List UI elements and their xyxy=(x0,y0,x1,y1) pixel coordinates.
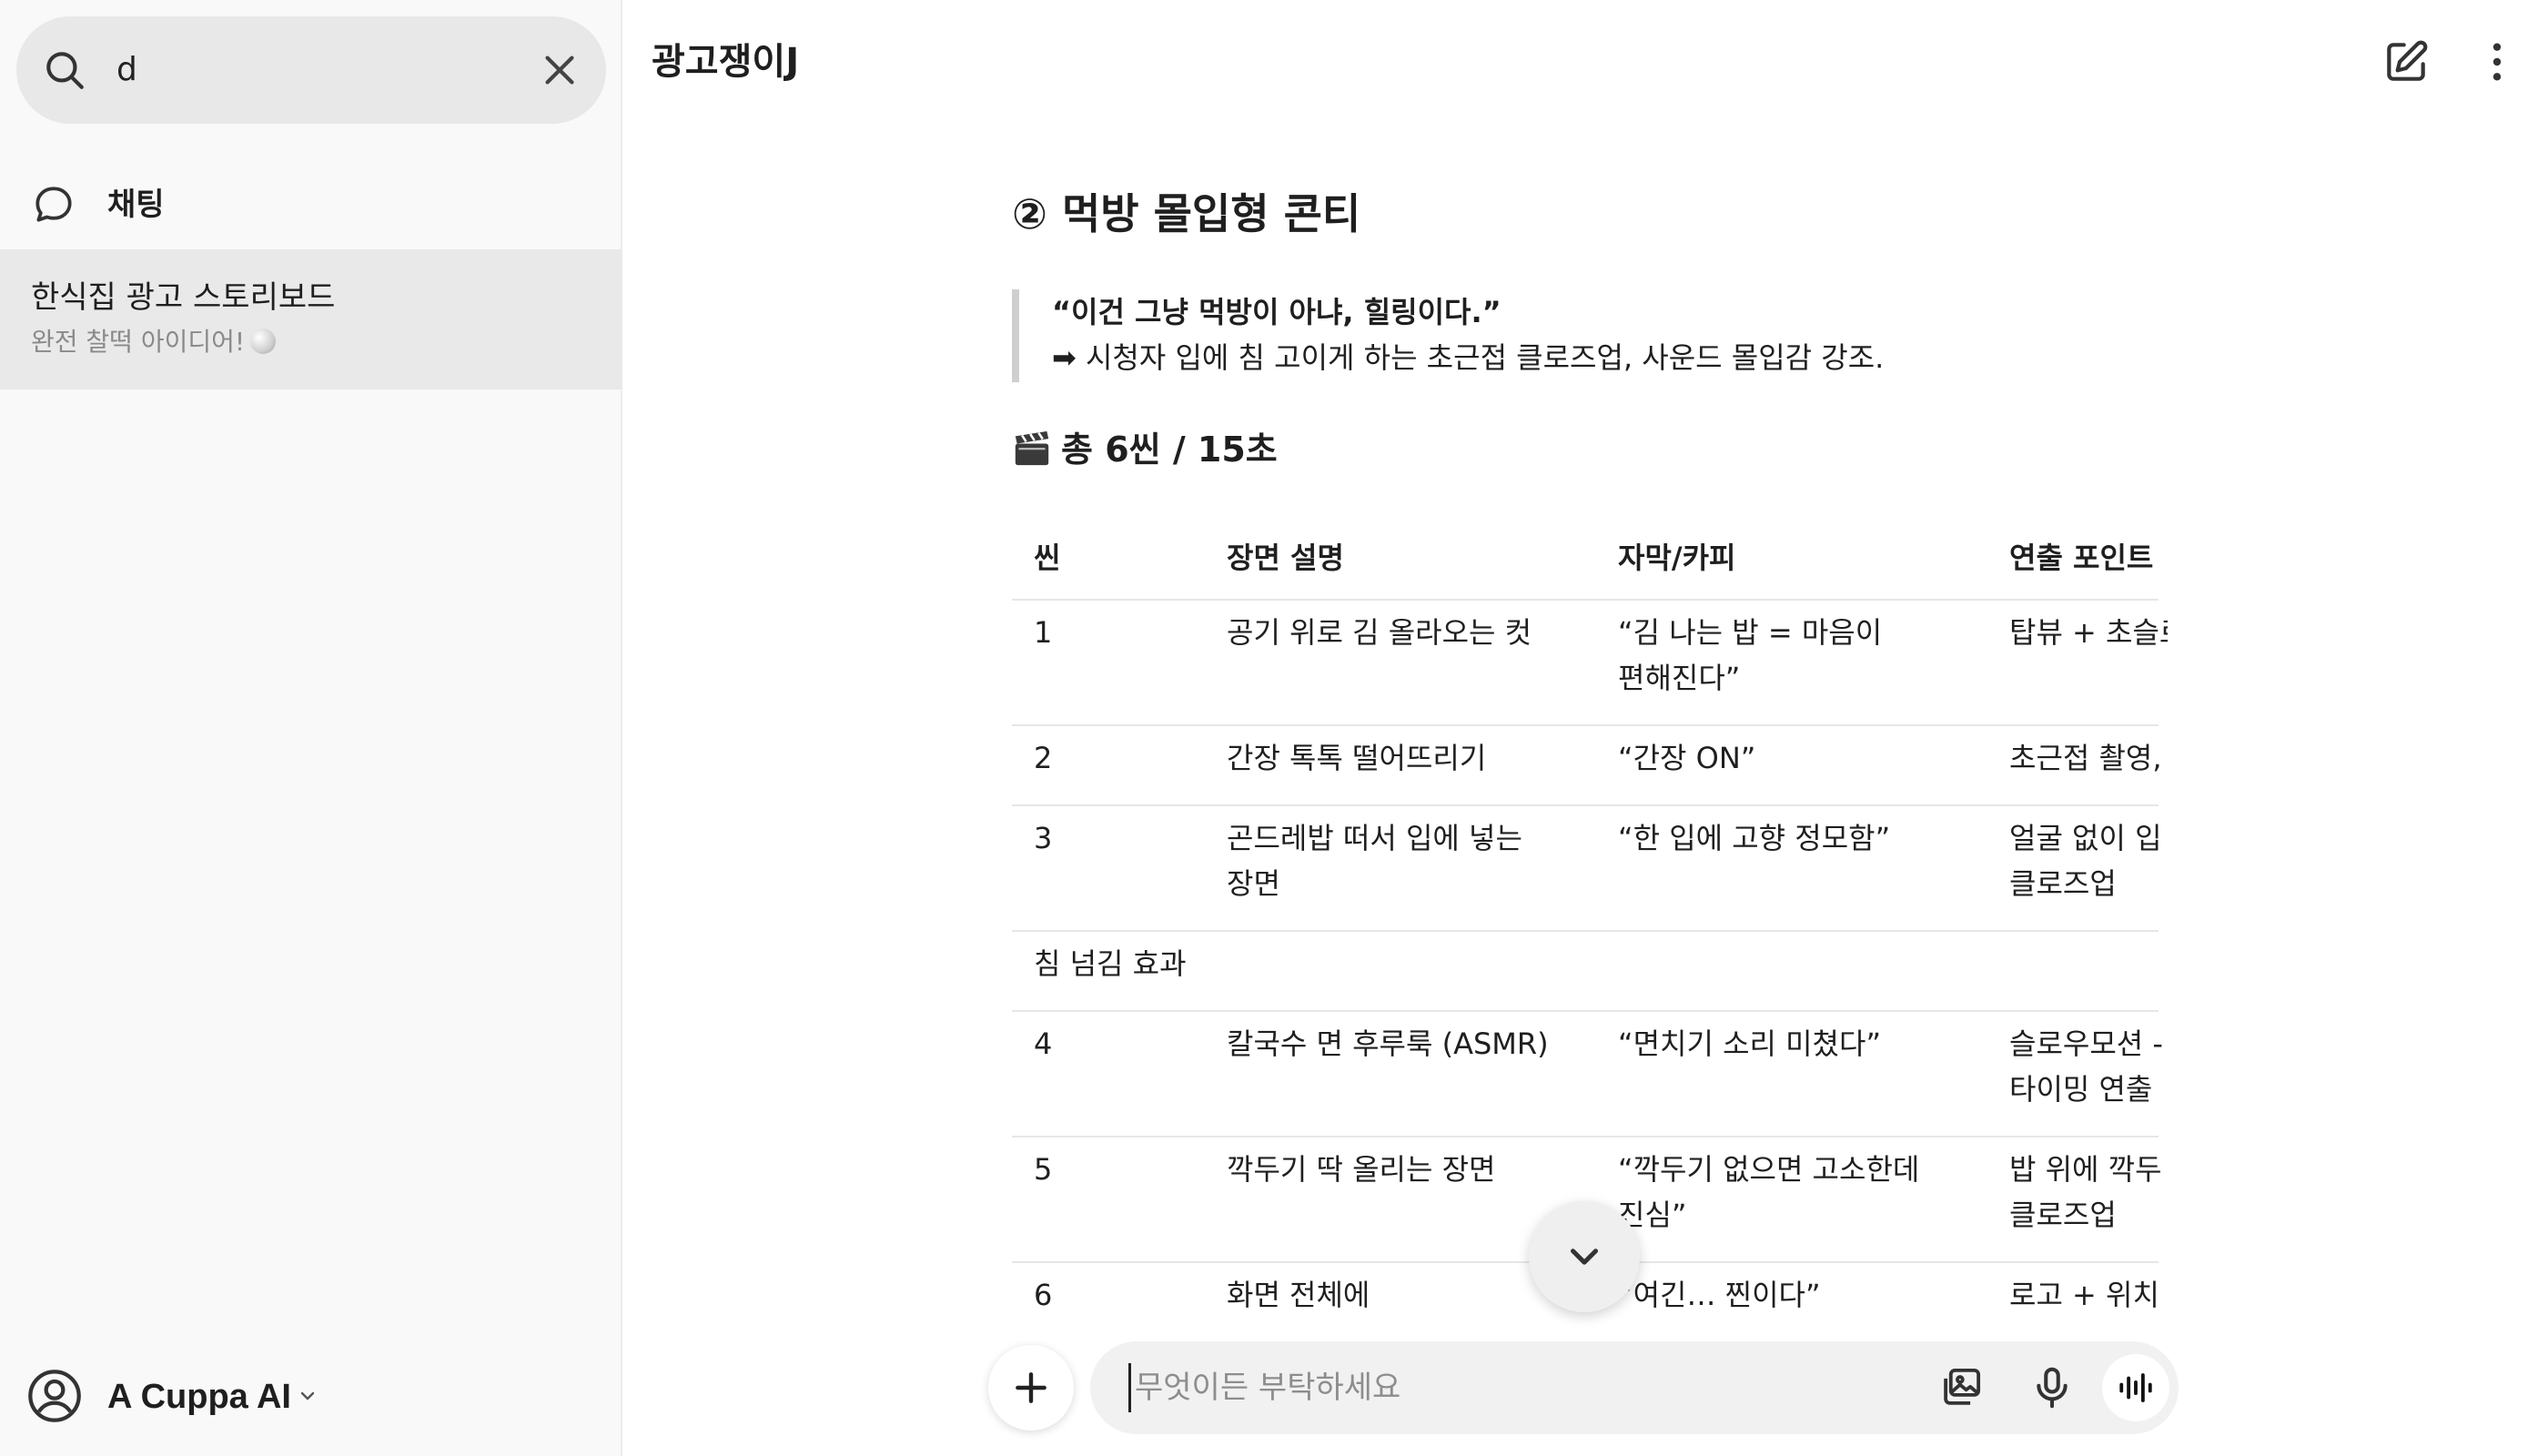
more-vertical-icon[interactable] xyxy=(2472,36,2523,87)
chat-bubble-icon xyxy=(35,187,72,222)
copy-cell: “여긴… 찐이다” xyxy=(1618,1278,1821,1312)
message-composer xyxy=(1090,1341,2179,1434)
column-header: 연출 포인트 xyxy=(2009,541,2154,575)
point-line: 클로즈업 xyxy=(2009,1198,2117,1232)
section-heading: ② 먹방 몰입형 콘티 xyxy=(1012,189,1361,238)
sound-wave-icon xyxy=(2119,1373,2152,1402)
microphone-icon[interactable] xyxy=(2027,1363,2077,1412)
scroll-to-bottom-button[interactable] xyxy=(1529,1201,1640,1312)
copy-cell: “간장 ON” xyxy=(1618,741,1756,775)
conversation-title: 한식집 광고 스토리보드 xyxy=(31,279,336,316)
table-header-row: 씬 장면 설명 자막/카피 연출 포인트 xyxy=(1012,522,2159,601)
point-cell: 탑뷰 + 초슬로 xyxy=(2009,615,2168,650)
scene-count: 총 6씬 / 15초 xyxy=(1012,422,1278,477)
table-row: 1 공기 위로 김 올라오는 컷 “김 나는 밥 = 마음이편해진다” 탑뷰 +… xyxy=(1012,601,2168,726)
sidebar: d 채팅 한식집 광고 스토리보드 완전 찰떡 아이디어! A Cuppa AI xyxy=(0,0,622,1456)
ball-emoji-icon xyxy=(250,329,277,354)
description-cell: 곤드레밥 떠서 입에 넣는장면 xyxy=(1227,815,1522,906)
copy-line: “깍두기 없으면 고소한데 xyxy=(1618,1152,1920,1187)
point-cell: 밥 위에 깍두클로즈업 xyxy=(2009,1147,2162,1238)
point-cell: 슬로우모션 - 타이밍 연출 xyxy=(2009,1021,2163,1112)
point-cell: 얼굴 없이 입클로즈업 xyxy=(2009,815,2162,906)
point-line: 클로즈업 xyxy=(2009,866,2117,901)
search-input[interactable]: d xyxy=(116,47,137,93)
point-line: 얼굴 없이 입 xyxy=(2009,821,2162,855)
column-header: 자막/카피 xyxy=(1618,541,1736,575)
copy-line: 편해진다” xyxy=(1618,661,1741,695)
chevron-down-icon xyxy=(1571,1249,1598,1265)
plus-icon xyxy=(1016,1372,1046,1403)
point-line: 슬로우모션 - xyxy=(2009,1026,2163,1061)
table-row: 2 간장 톡톡 떨어뜨리기 “간장 ON” 초근접 촬영, xyxy=(1012,726,2162,806)
copy-cell: “깍두기 없으면 고소한데 진심” xyxy=(1618,1147,1919,1238)
column-header: 장면 설명 xyxy=(1227,541,1344,575)
conversation-item[interactable]: 한식집 광고 스토리보드 완전 찰떡 아이디어! xyxy=(0,249,622,389)
point-cell: 초근접 촬영, xyxy=(2009,741,2162,775)
image-gallery-icon[interactable] xyxy=(1936,1363,1986,1412)
copy-cell: “면치기 소리 미쳤다” xyxy=(1618,1026,1882,1061)
search-box[interactable]: d xyxy=(16,16,606,124)
column-header: 씬 xyxy=(1034,541,1061,575)
description-cell: 간장 톡톡 떨어뜨리기 xyxy=(1227,741,1487,775)
scene-count-text: 총 6씬 / 15초 xyxy=(1061,430,1278,470)
sidebar-item-label: 채팅 xyxy=(107,187,165,223)
conversation-snippet: 완전 찰떡 아이디어! xyxy=(31,322,277,362)
close-icon[interactable] xyxy=(539,49,581,91)
message-input[interactable] xyxy=(1128,1363,1838,1412)
scene-cell: 5 xyxy=(1034,1152,1053,1187)
edit-icon[interactable] xyxy=(2381,36,2432,87)
table-row: 3 곤드레밥 떠서 입에 넣는장면 “한 입에 고향 정모함” 얼굴 없이 입클… xyxy=(1012,806,2162,932)
point-cell: 로고 + 위치 xyxy=(2009,1278,2159,1312)
user-avatar-icon xyxy=(28,1370,81,1422)
sidebar-item-chat[interactable]: 채팅 xyxy=(0,164,622,246)
copy-cell: “김 나는 밥 = 마음이편해진다” xyxy=(1618,610,1882,701)
copy-line: “김 나는 밥 = 마음이 xyxy=(1618,615,1883,650)
table-row: 침 넘김 효과 xyxy=(1012,932,2159,1012)
description-line: 장면 xyxy=(1227,866,1280,901)
table-row: 4 칼국수 면 후루룩 (ASMR) “면치기 소리 미쳤다” 슬로우모션 - 타… xyxy=(1012,1012,2163,1138)
scene-cell: 6 xyxy=(1034,1278,1053,1312)
account-name: A Cuppa AI xyxy=(107,1378,291,1416)
description-cell: 화면 전체에 xyxy=(1227,1278,1370,1312)
quote-line: “이건 그냥 먹방이 아냐, 힐링이다.” xyxy=(1052,295,1502,329)
voice-mode-button[interactable] xyxy=(2102,1354,2169,1421)
blockquote: “이건 그냥 먹방이 아냐, 힐링이다.” ➡ 시청자 입에 침 고이게 하는 … xyxy=(1012,289,2104,382)
point-line: 타이밍 연출 xyxy=(2009,1072,2153,1107)
account-menu[interactable]: A Cuppa AI xyxy=(0,1356,622,1438)
scene-cell: 1 xyxy=(1034,615,1053,650)
description-cell: 깍두기 딱 올리는 장면 xyxy=(1227,1152,1496,1187)
conversation-snippet-text: 완전 찰떡 아이디어! xyxy=(31,327,246,357)
chevron-down-icon xyxy=(300,1391,315,1400)
page-title: 광고쟁이J xyxy=(652,41,800,83)
scene-cell: 4 xyxy=(1034,1026,1053,1061)
description-cell: 공기 위로 김 올라오는 컷 xyxy=(1227,615,1532,650)
scene-cell: 3 xyxy=(1034,821,1053,855)
clapperboard-icon xyxy=(1015,430,1049,466)
description-line: 곤드레밥 떠서 입에 넣는 xyxy=(1227,821,1522,855)
point-line: 밥 위에 깍두 xyxy=(2009,1152,2162,1187)
add-attachment-button[interactable] xyxy=(988,1345,1074,1431)
copy-cell: “한 입에 고향 정모함” xyxy=(1618,821,1891,855)
quote-line: ➡ 시청자 입에 침 고이게 하는 초근접 클로즈업, 사운드 몰입감 강조. xyxy=(1052,340,1885,375)
scene-cell: 침 넘김 효과 xyxy=(1034,946,1187,981)
scene-cell: 2 xyxy=(1034,741,1053,775)
description-cell: 칼국수 면 후루룩 (ASMR) xyxy=(1227,1026,1549,1061)
search-icon xyxy=(46,52,84,89)
